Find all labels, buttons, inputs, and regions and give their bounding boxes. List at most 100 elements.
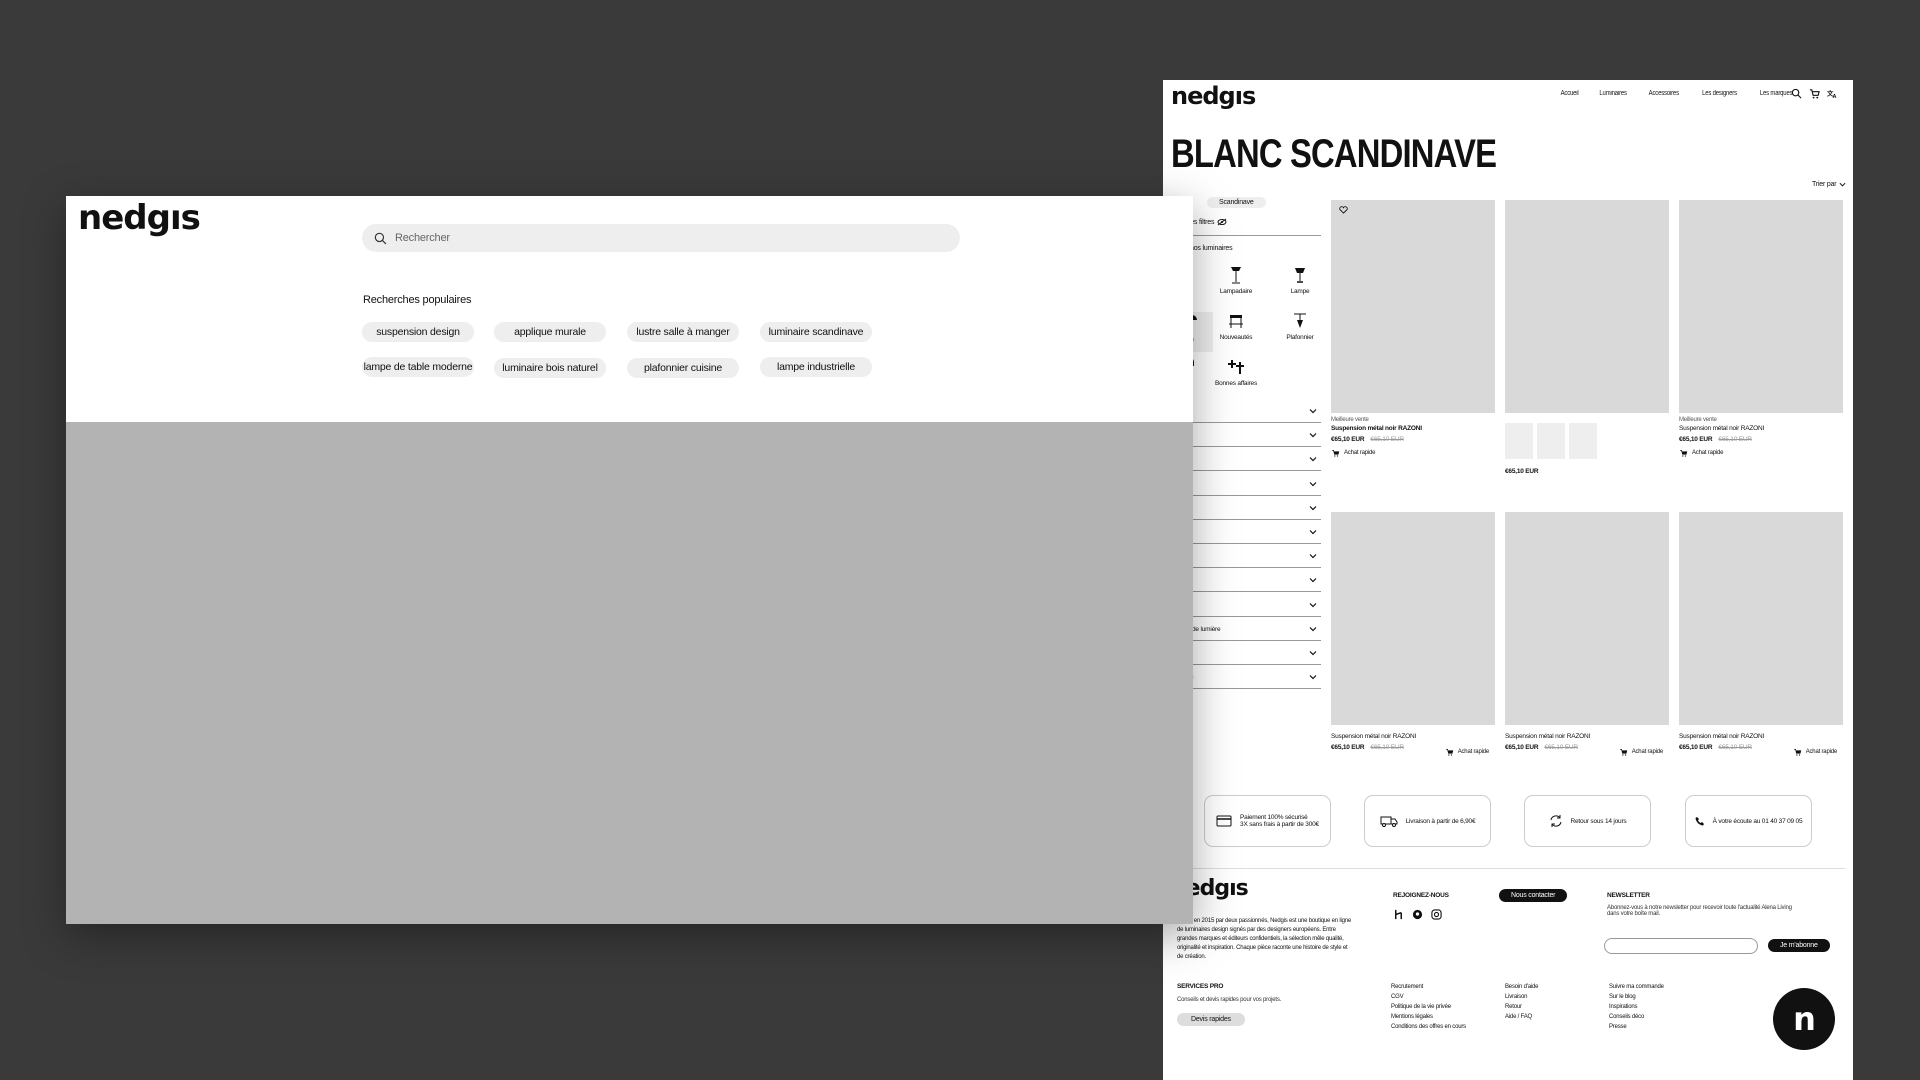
product-card[interactable]: Meilleure vente Suspension métal noir RA… — [1331, 200, 1495, 457]
cart-icon[interactable] — [1809, 88, 1820, 99]
active-filter-chip[interactable]: Scandinave — [1207, 197, 1266, 208]
footer-link[interactable]: Livraison — [1505, 992, 1538, 1002]
instagram-icon[interactable] — [1431, 909, 1442, 920]
popular-search-chip[interactable]: luminaire bois naturel — [494, 358, 606, 378]
nav-accueil[interactable]: Accueil — [1561, 90, 1579, 97]
footer-link[interactable]: Mentions légales — [1391, 1012, 1466, 1022]
site-logo[interactable]: nedgıs — [1171, 82, 1256, 110]
product-name[interactable]: Suspension métal noir RAZONI — [1505, 733, 1669, 740]
old-price: €65,10 EUR — [1370, 744, 1404, 751]
product-image[interactable] — [1679, 200, 1843, 413]
product-image[interactable] — [1505, 512, 1669, 725]
footer-link[interactable]: Conditions des offres en cours — [1391, 1022, 1466, 1032]
footer-link[interactable]: Presse — [1609, 1022, 1664, 1032]
popular-search-chip[interactable]: lampe de table moderne — [362, 357, 474, 377]
popular-search-chip[interactable]: lampe industrielle — [760, 357, 872, 377]
footer-link[interactable]: Suivre ma commande — [1609, 982, 1664, 992]
footer-col-2: Besoin d'aide Livraison Retour Aide / FA… — [1505, 982, 1538, 1022]
chevron-down-icon — [1309, 554, 1317, 559]
product-image[interactable] — [1331, 512, 1495, 725]
footer-link[interactable]: Aide / FAQ — [1505, 1012, 1538, 1022]
category-plafonnier[interactable]: Plafonnier — [1278, 312, 1322, 341]
product-image[interactable] — [1505, 200, 1669, 413]
heart-icon[interactable] — [1339, 206, 1348, 214]
chevron-down-icon — [1839, 182, 1846, 187]
table-lamp-icon — [1295, 268, 1305, 283]
chevron-down-icon — [1309, 602, 1317, 607]
product-card[interactable]: Suspension métal noir RAZONI €65,10 EUR €… — [1331, 512, 1495, 756]
quick-buy-button[interactable]: Achat rapide — [1331, 449, 1495, 457]
quick-buy-button[interactable]: Achat rapide — [1793, 748, 1837, 756]
pro-text: Conseils et devis rapides pour vos proje… — [1177, 997, 1282, 1003]
footer-link[interactable]: Besoin d'aide — [1505, 982, 1538, 992]
product-card[interactable]: Suspension métal noir RAZONI €65,10 EUR €… — [1505, 512, 1669, 756]
houzz-icon[interactable] — [1393, 909, 1404, 920]
newsletter-email-input[interactable] — [1604, 938, 1758, 954]
product-card[interactable]: Suspension métal noir RAZONI €65,10 EUR €… — [1679, 512, 1843, 756]
popular-search-chip[interactable]: suspension design — [362, 322, 474, 342]
devis-button[interactable]: Devis rapides — [1177, 1013, 1245, 1026]
swatch[interactable] — [1505, 423, 1533, 459]
nav-designers[interactable]: Les designers — [1702, 90, 1737, 97]
header-icons: 文A — [1791, 88, 1838, 99]
product-name[interactable]: Suspension métal noir RAZONI — [1331, 733, 1495, 740]
swatch[interactable] — [1537, 423, 1565, 459]
category-lampadaire[interactable]: Lampadaire — [1214, 266, 1258, 295]
cart-icon — [1619, 749, 1627, 756]
footer-link[interactable]: CGV — [1391, 992, 1466, 1002]
footer-col-3: Suivre ma commande Sur le blog Inspirati… — [1609, 982, 1664, 1032]
category-label: Lampe — [1290, 288, 1310, 295]
translate-icon[interactable]: 文A — [1827, 88, 1838, 99]
quick-buy-button[interactable]: Achat rapide — [1445, 748, 1489, 756]
popular-search-chip[interactable]: applique murale — [494, 322, 606, 342]
quick-buy-button[interactable]: Achat rapide — [1619, 748, 1663, 756]
feature-delivery: Livraison à partir de 6,90€ — [1364, 795, 1491, 847]
old-price: €65,10 EUR — [1370, 436, 1404, 443]
popular-search-chip[interactable]: plafonnier cuisine — [627, 358, 739, 378]
nav-luminaires[interactable]: Luminaires — [1600, 90, 1628, 97]
nav-accessoires[interactable]: Accessoires — [1649, 90, 1679, 97]
footer-link[interactable]: Recrutement — [1391, 982, 1466, 992]
quick-buy-button[interactable]: Achat rapide — [1679, 449, 1843, 457]
footer-link[interactable]: Inspirations — [1609, 1002, 1664, 1012]
category-nouveautes[interactable]: Nouveautés — [1214, 312, 1258, 341]
dim-backdrop[interactable] — [66, 422, 1193, 924]
subscribe-button[interactable]: Je m'abonne — [1768, 939, 1830, 952]
popular-search-chip[interactable]: luminaire scandinave — [760, 322, 872, 342]
pinterest-icon[interactable] — [1412, 909, 1423, 920]
cart-icon — [1445, 749, 1453, 756]
card-icon — [1216, 815, 1232, 827]
brand-badge: n — [1773, 988, 1835, 1050]
popular-search-chip[interactable]: lustre salle à manger — [627, 322, 739, 342]
product-card[interactable]: €65,10 EUR — [1505, 200, 1669, 475]
swatch[interactable] — [1569, 423, 1597, 459]
footer-link[interactable]: Sur le blog — [1609, 992, 1664, 1002]
product-image[interactable] — [1331, 200, 1495, 413]
product-tag: Meilleure vente — [1331, 417, 1369, 423]
contact-button[interactable]: Nous contacter — [1499, 889, 1568, 902]
feature-text: À votre écoute au 01 40 37 09 05 — [1712, 817, 1803, 825]
quick-buy-label: Achat rapide — [1805, 749, 1837, 755]
price: €65,10 EUR — [1505, 744, 1539, 751]
nav-marques[interactable]: Les marques — [1760, 90, 1793, 97]
product-card[interactable]: Meilleure vente Suspension métal noir RA… — [1679, 200, 1843, 457]
overlay-logo[interactable]: nedgıs — [78, 198, 201, 238]
quick-buy-label: Achat rapide — [1457, 749, 1489, 755]
category-lampe[interactable]: Lampe — [1278, 266, 1322, 295]
category-bonnes-affaires[interactable]: Bonnes affaires — [1214, 358, 1258, 387]
price: €65,10 EUR — [1331, 436, 1365, 443]
footer-link[interactable]: Conseils déco — [1609, 1012, 1664, 1022]
quick-buy-label: Achat rapide — [1692, 450, 1724, 456]
sort-dropdown[interactable]: Trier par — [1812, 181, 1846, 188]
search-icon[interactable] — [1791, 88, 1802, 99]
ceiling-lamp-icon — [1294, 313, 1306, 328]
search-input[interactable]: Rechercher — [362, 224, 960, 252]
chevron-down-icon — [1309, 433, 1317, 438]
footer-link[interactable]: Politique de la vie privée — [1391, 1002, 1466, 1012]
product-name[interactable]: Suspension métal noir RAZONI — [1679, 425, 1843, 432]
product-image[interactable] — [1679, 512, 1843, 725]
product-name[interactable]: Suspension métal noir RAZONI — [1331, 425, 1495, 432]
footer-link[interactable]: Retour — [1505, 1002, 1538, 1012]
product-name[interactable]: Suspension métal noir RAZONI — [1679, 733, 1843, 740]
feature-text: Paiement 100% sécurisé — [1240, 814, 1308, 821]
